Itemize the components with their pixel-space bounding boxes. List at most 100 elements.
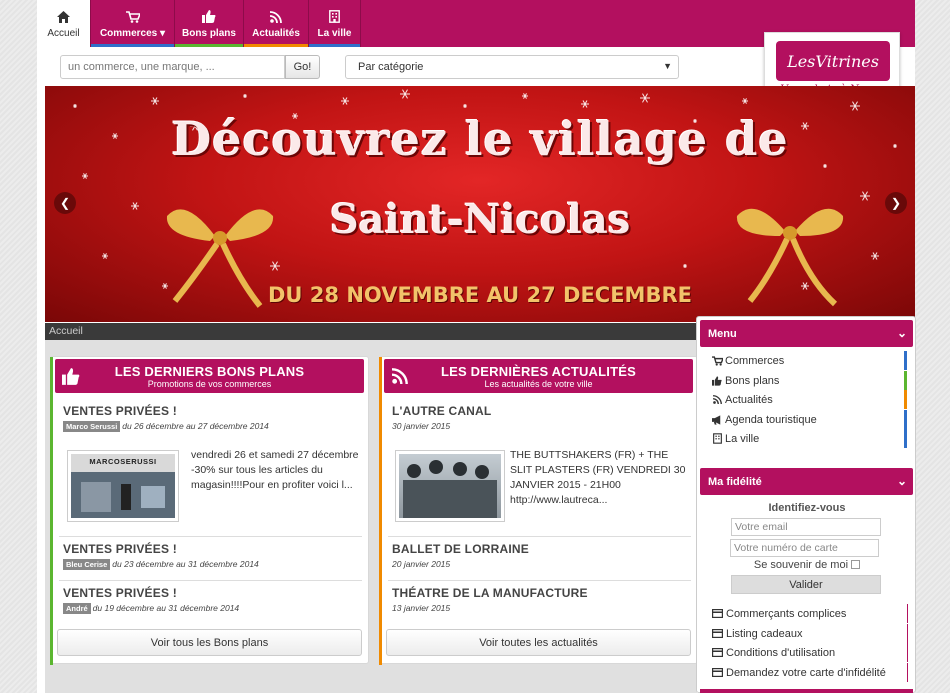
sidebar-item-label: Listing cadeaux bbox=[726, 627, 803, 640]
nav-bons-plans-label: Bons plans bbox=[182, 28, 236, 39]
email-field[interactable] bbox=[731, 518, 881, 536]
megaphone-icon bbox=[711, 414, 723, 425]
entry-excerpt: THE BUTTSHAKERS (FR) + THE SLIT PLASTERS… bbox=[510, 449, 686, 506]
sidebar-item-demandez-carte[interactable]: Demandez votre carte d'infidélité bbox=[711, 663, 908, 682]
caret-down-icon: ▾ bbox=[160, 28, 166, 39]
carousel-prev-button[interactable]: ❮ bbox=[54, 192, 76, 214]
identify-label: Identifiez-vous bbox=[768, 502, 846, 514]
chevron-left-icon: ❮ bbox=[59, 196, 71, 210]
home-icon bbox=[57, 9, 70, 24]
sidebar-item-listing-cadeaux[interactable]: Listing cadeaux bbox=[711, 624, 908, 643]
fidelite-title: Ma fidélité bbox=[708, 476, 762, 488]
list-item[interactable]: VENTES PRIVÉES ! André du 19 décembre au … bbox=[63, 586, 363, 614]
sidebar-item-label: Bons plans bbox=[725, 374, 780, 387]
sidebar-item-label: Commerces bbox=[725, 354, 785, 367]
see-all-actualites-button[interactable]: Voir toutes les actualités bbox=[386, 629, 691, 656]
entry-dates: du 26 décembre au 27 décembre 2014 bbox=[122, 421, 269, 431]
list-item[interactable]: VENTES PRIVÉES ! Marco Serussi du 26 déce… bbox=[63, 404, 363, 432]
thumb-shop-sign: MARCOSERUSSI bbox=[89, 457, 157, 466]
nav-actualites-label: Actualités bbox=[252, 28, 300, 39]
card-icon bbox=[711, 609, 723, 618]
bons-plans-panel: LES DERNIERS BONS PLANS Promotions de vo… bbox=[50, 356, 369, 665]
entry-date: 30 janvier 2015 bbox=[392, 421, 451, 431]
search-input[interactable] bbox=[60, 55, 285, 79]
sidebar-item-commercants-complices[interactable]: Commerçants complices bbox=[711, 604, 908, 623]
menu-title: Menu bbox=[708, 328, 737, 340]
list-item[interactable]: THÉATRE DE LA MANUFACTURE 13 janvier 201… bbox=[392, 586, 692, 613]
entry-title[interactable]: VENTES PRIVÉES ! bbox=[63, 586, 363, 600]
sidebar-item-commerces[interactable]: Commerces bbox=[711, 351, 907, 370]
list-item[interactable]: BALLET DE LORRAINE 20 janvier 2015 bbox=[392, 542, 692, 569]
card-icon bbox=[711, 629, 723, 638]
fidelite-header[interactable]: Ma fidélité ⌄ bbox=[700, 468, 913, 495]
sidebar-item-bons-plans[interactable]: Bons plans bbox=[711, 371, 907, 390]
select-caret-icon: ▼ bbox=[663, 61, 672, 71]
bons-plans-header: LES DERNIERS BONS PLANS Promotions de vo… bbox=[55, 359, 364, 393]
entry-title[interactable]: THÉATRE DE LA MANUFACTURE bbox=[392, 586, 692, 600]
search-go-button[interactable]: Go! bbox=[285, 55, 320, 79]
category-select-value: Par catégorie bbox=[358, 61, 424, 73]
entry-date: 13 janvier 2015 bbox=[392, 603, 451, 613]
breadcrumb-current[interactable]: Accueil bbox=[49, 325, 83, 337]
banner-headline: Découvrez le village de bbox=[171, 112, 789, 166]
thumbs-up-icon bbox=[59, 364, 83, 388]
building-icon bbox=[329, 9, 340, 24]
card-icon bbox=[711, 648, 723, 657]
carousel-next-button[interactable]: ❯ bbox=[885, 192, 907, 214]
card-icon bbox=[711, 668, 723, 677]
entry-date: 20 janvier 2015 bbox=[392, 559, 451, 569]
bons-plans-title: LES DERNIERS BONS PLANS bbox=[114, 364, 305, 379]
see-all-bons-plans-button[interactable]: Voir tous les Bons plans bbox=[57, 629, 362, 656]
card-number-field[interactable] bbox=[730, 539, 879, 557]
sidebar-item-label: Conditions d'utilisation bbox=[726, 646, 836, 659]
entry-thumbnail[interactable] bbox=[395, 450, 505, 522]
logo-wordmark: LesVitrines bbox=[776, 41, 890, 81]
remember-me-label: Se souvenir de moi bbox=[753, 559, 849, 571]
thumbs-up-icon bbox=[202, 9, 216, 24]
sidebar-item-label: Actualités bbox=[725, 393, 773, 406]
sidebar-item-conditions[interactable]: Conditions d'utilisation bbox=[711, 643, 908, 662]
entry-title[interactable]: L'AUTRE CANAL bbox=[392, 404, 692, 418]
entry-title[interactable]: BALLET DE LORRAINE bbox=[392, 542, 692, 556]
chevron-right-icon: ❯ bbox=[890, 196, 902, 210]
sidebar-item-la-ville[interactable]: La ville bbox=[711, 429, 907, 448]
entry-title[interactable]: VENTES PRIVÉES ! bbox=[63, 542, 363, 556]
chevron-down-icon: ⌄ bbox=[896, 474, 907, 488]
nav-commerces[interactable]: Commerces ▾ bbox=[91, 0, 174, 47]
actualites-title: LES DERNIÈRES ACTUALITÉS bbox=[440, 364, 636, 379]
sidebar-item-label: Agenda touristique bbox=[725, 413, 817, 426]
nav-actualites[interactable]: Actualités bbox=[244, 0, 308, 47]
nav-bons-plans[interactable]: Bons plans bbox=[175, 0, 243, 47]
hero-carousel[interactable]: Découvrez le village de Saint-Nicolas DU… bbox=[45, 86, 915, 322]
entry-author: Bleu Cerise bbox=[63, 559, 111, 570]
nav-accueil[interactable]: Accueil bbox=[37, 0, 90, 47]
entry-dates: du 23 décembre au 31 décembre 2014 bbox=[112, 559, 259, 569]
nav-la-ville-label: La ville bbox=[317, 28, 352, 39]
cart-icon bbox=[711, 355, 723, 366]
cart-icon bbox=[125, 9, 140, 24]
sidebar-item-label: Commerçants complices bbox=[726, 607, 847, 620]
actualites-subtitle: Les actualités de votre ville bbox=[484, 379, 593, 389]
building-icon bbox=[711, 433, 723, 444]
sidebar-item-label: Demandez votre carte d'infidélité bbox=[726, 666, 886, 679]
banner-subheadline: Saint-Nicolas bbox=[329, 196, 631, 243]
entry-title[interactable]: VENTES PRIVÉES ! bbox=[63, 404, 363, 418]
nav-commerces-label: Commerces bbox=[99, 28, 158, 39]
entry-thumbnail[interactable]: MARCOSERUSSI bbox=[67, 450, 179, 522]
banner-dates: DU 28 NOVEMBRE AU 27 DECEMBRE bbox=[268, 283, 692, 307]
entry-excerpt: vendredi 26 et samedi 27 décembre -30% s… bbox=[191, 449, 359, 491]
sidebar-item-agenda[interactable]: Agenda touristique bbox=[711, 410, 907, 429]
submit-button[interactable]: Valider bbox=[731, 575, 881, 594]
remember-me[interactable]: Se souvenir de moi bbox=[697, 559, 917, 571]
list-item[interactable]: L'AUTRE CANAL 30 janvier 2015 bbox=[392, 404, 692, 431]
menu-header[interactable]: Menu ⌄ bbox=[700, 320, 913, 347]
entry-dates: du 19 décembre au 31 décembre 2014 bbox=[92, 603, 240, 613]
remember-me-checkbox[interactable] bbox=[851, 560, 861, 569]
rss-icon bbox=[388, 364, 412, 388]
entry-author: André bbox=[63, 603, 91, 614]
list-item[interactable]: VENTES PRIVÉES ! Bleu Cerise du 23 décemb… bbox=[63, 542, 363, 570]
nav-la-ville[interactable]: La ville bbox=[309, 0, 360, 47]
sidebar-item-actualites[interactable]: Actualités bbox=[711, 390, 907, 409]
rss-icon bbox=[711, 395, 723, 404]
category-select[interactable]: Par catégorie ▼ bbox=[345, 55, 679, 79]
